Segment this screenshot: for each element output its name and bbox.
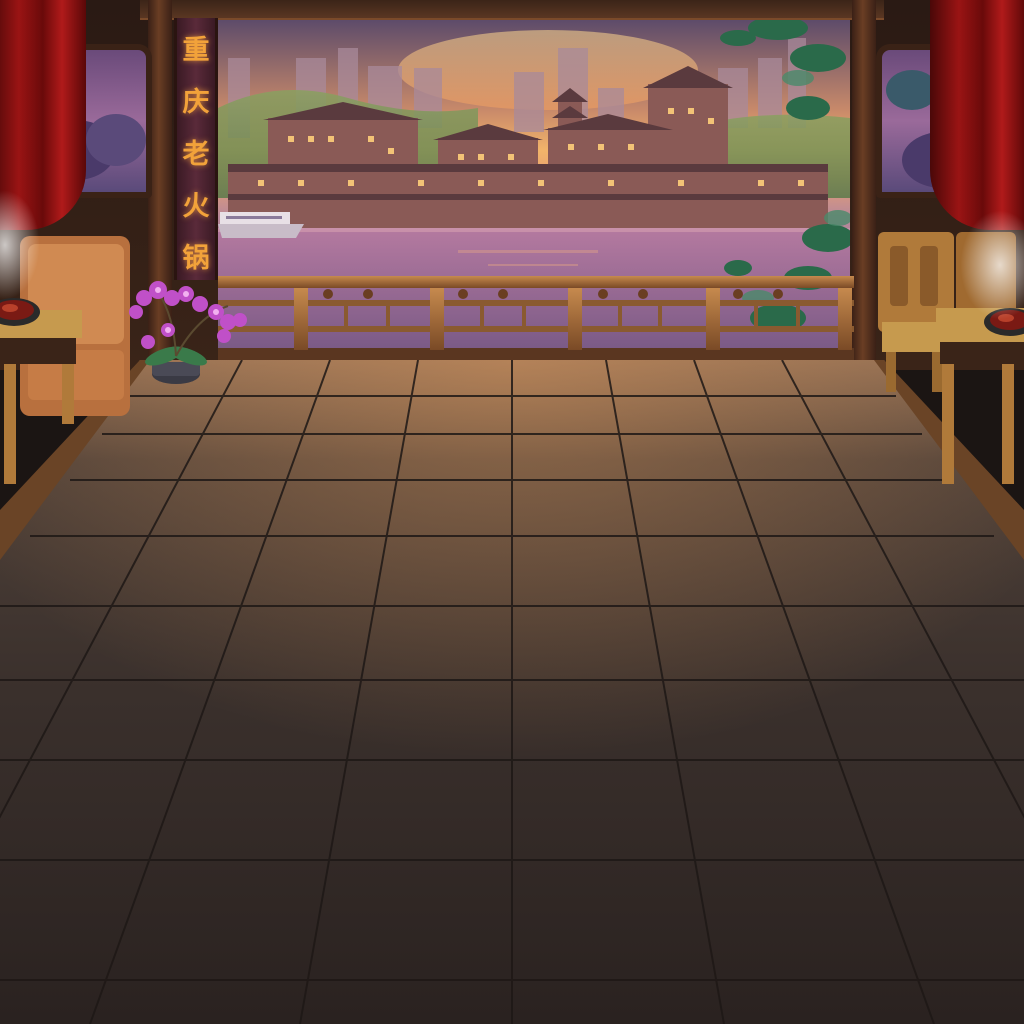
orchid-plant-icon	[129, 281, 247, 384]
balcony-railing	[218, 276, 854, 360]
sign-character: 锅	[182, 243, 210, 274]
ceiling-beam	[140, 0, 884, 20]
hotpot-shop-sign: 重 庆 老 火 锅	[174, 18, 218, 280]
game-scene: 重 庆 老 火 锅	[0, 0, 1024, 1024]
sign-character: 重	[182, 35, 210, 66]
sign-character: 火	[182, 191, 210, 222]
right-curtain	[930, 0, 1024, 230]
right-pillar	[852, 0, 876, 370]
sign-character: 老	[182, 139, 210, 170]
tiled-floor	[0, 360, 1024, 1024]
sign-character: 庆	[182, 87, 210, 118]
